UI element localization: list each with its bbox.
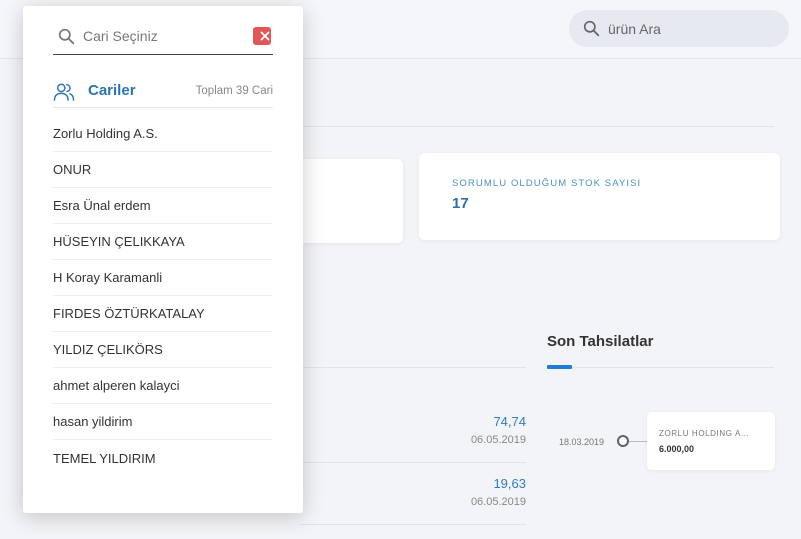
cari-list: Zorlu Holding A.S. ONUR Esra Ünal erdem … <box>53 116 273 476</box>
cari-search-input[interactable] <box>83 28 243 44</box>
collections-title: Son Tahsilatlar <box>547 333 654 350</box>
close-icon <box>260 31 269 41</box>
divider <box>300 126 774 127</box>
stock-count-card: SORUMLU OLDUĞUM STOK SAYISI 17 <box>419 153 780 240</box>
timeline-connector <box>629 441 647 442</box>
stock-count-label: SORUMLU OLDUĞUM STOK SAYISI <box>452 178 642 189</box>
cari-list-header: Cariler Toplam 39 Cari <box>53 79 273 108</box>
list-item[interactable]: hasan yildirim <box>53 404 273 440</box>
list-item[interactable]: H Koray Karamanli <box>53 260 273 296</box>
product-search[interactable] <box>569 10 789 47</box>
search-icon <box>583 20 600 37</box>
cari-search[interactable] <box>53 18 273 55</box>
search-icon <box>58 28 75 44</box>
cari-total-count: Toplam 39 Cari <box>195 85 273 97</box>
list-item[interactable]: YILDIZ ÇELIKÖRS <box>53 332 273 368</box>
close-button[interactable] <box>253 27 271 45</box>
stock-count-value: 17 <box>452 195 469 212</box>
payment-row[interactable]: 74,74 06.05.2019 <box>300 401 526 463</box>
payment-date: 06.05.2019 <box>470 496 526 508</box>
list-item[interactable]: Zorlu Holding A.S. <box>53 116 273 152</box>
list-item[interactable]: HÜSEYIN ÇELIKKAYA <box>53 224 273 260</box>
timeline-dot <box>617 435 629 447</box>
list-item[interactable]: ahmet alperen kalayci <box>53 368 273 404</box>
list-item[interactable]: FIRDES ÖZTÜRKATALAY <box>53 296 273 332</box>
collection-card[interactable]: ZORLU HOLDING A... 6.000,00 <box>647 412 775 470</box>
product-search-input[interactable] <box>608 20 778 37</box>
cari-selector-popup: Cariler Toplam 39 Cari Zorlu Holding A.S… <box>23 6 303 513</box>
users-icon <box>53 83 75 101</box>
section-accent <box>547 365 572 369</box>
divider <box>300 367 526 368</box>
stat-card <box>290 159 403 243</box>
payment-row[interactable]: 19,63 06.05.2019 <box>300 463 526 525</box>
payment-date: 06.05.2019 <box>470 434 526 446</box>
cari-list-title: Cariler <box>88 82 136 99</box>
collection-amount: 6.000,00 <box>659 444 695 454</box>
collection-date: 18.03.2019 <box>559 437 605 447</box>
list-item[interactable]: TEMEL YILDIRIM <box>53 440 273 476</box>
list-item[interactable]: ONUR <box>53 152 273 188</box>
payment-amount: 19,63 <box>493 476 526 491</box>
payment-amount: 74,74 <box>493 414 526 429</box>
collection-name: ZORLU HOLDING A... <box>659 429 750 438</box>
divider <box>547 367 774 368</box>
list-item[interactable]: Esra Ünal erdem <box>53 188 273 224</box>
